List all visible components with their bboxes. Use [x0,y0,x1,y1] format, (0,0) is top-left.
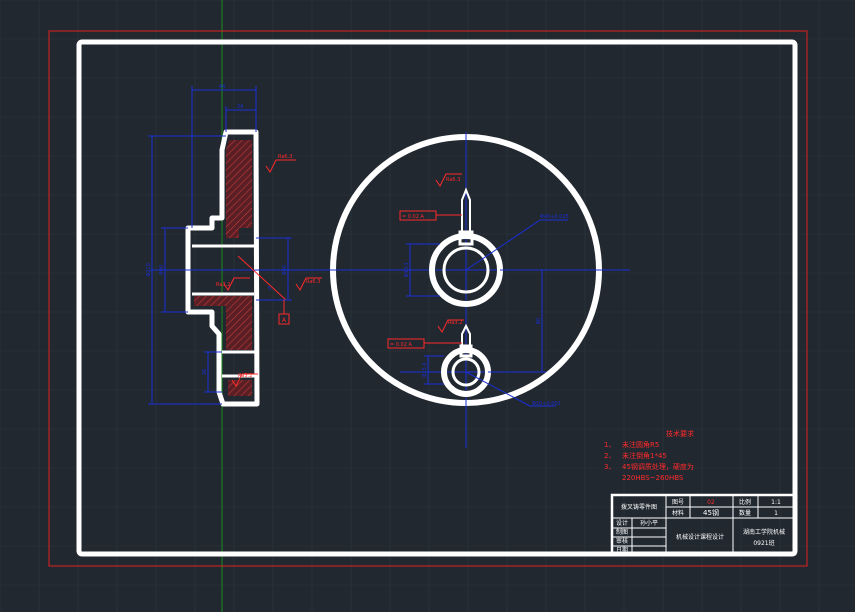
tol-frame-bottom: = 0.02 A [390,342,413,348]
drawing-svg: 44 24 Φ210 Φ90 Φ40 36 5 Ra6.3 Ra3.2 Ra6.… [0,0,855,612]
tb-label-drawing-no: 图号 [672,499,684,506]
note-2-num: 2、 [604,452,615,460]
technical-notes: 技术要求 1、 未注圆角R5 2、 未注倒角1*45 3、 45钢调质处理，硬度… [604,429,694,482]
datum-letter: A [282,317,287,324]
dim-chamfer: 5 [268,286,271,292]
tb-material: 45钢 [703,508,719,517]
note-hardness: 220HBS~260HBS [622,474,684,482]
dim-hub-dia: Φ40 [282,265,288,275]
background-grid [0,0,855,612]
hatch-lower [226,306,252,350]
roughness-1: Ra6.3 [278,154,292,160]
dim-small-bore-fit: Φ10+0.001 [532,401,561,407]
tb-school: 湖南工学院机械 [743,528,785,536]
tb-designer: 孙小平 [640,519,658,527]
dim-bore-dia-front: Φ40.3 [404,262,410,277]
dim-bore-dia: Φ90 [159,265,165,275]
dim-hole-len: 36 [202,369,208,375]
tol-frame-top: = 0.02 A [402,214,425,220]
note-3-num: 3、 [604,463,615,471]
tb-qty: 1 [774,510,778,517]
dim-small-bore-len: Φ15.4 [422,362,428,377]
front-roughness-top: Ra6.3 [446,177,460,183]
dim-bore-fit: Φ40+0.025 [540,214,569,220]
roughness-3: Ra6.3 [306,279,320,285]
tb-scale: 1:1 [771,499,781,506]
note-1-text: 未注圆角R5 [622,440,659,449]
dim-width-top: 44 [219,84,225,90]
dim-center-distance: 80 [536,318,542,324]
roughness-2: Ra3.2 [216,282,230,288]
tb-label-designer: 设计 [616,519,628,527]
cad-drawing-canvas[interactable]: 44 24 Φ210 Φ90 Φ40 36 5 Ra6.3 Ra3.2 Ra6.… [0,0,855,612]
tb-course: 机械设计课程设计 [676,533,724,541]
sheet-outer-border [48,30,808,567]
front-view[interactable]: Φ40+0.025 Φ40.3 80 Φ15.4 Φ10+0.001 Ra6.3… [300,132,630,448]
dim-width-hub: 24 [237,104,243,110]
note-1-num: 1、 [604,441,615,449]
hatch-middle [194,296,252,306]
tb-label-date: 日期 [616,546,628,554]
note-2-text: 未注倒角1*45 [622,451,667,460]
front-roughness-bottom: Ra3.2 [448,320,462,326]
roughness-4: Ra3.2 [238,373,252,379]
hatch-upper [226,140,252,238]
tb-drawing-no: 02 [707,499,715,506]
notes-title: 技术要求 [666,429,694,438]
dim-outer-dia: Φ210 [146,263,152,276]
tb-label-material: 材料 [672,509,684,517]
tb-label-drawn: 制图 [616,528,628,536]
note-3-text: 45钢调质处理，硬度为 [622,462,694,471]
tb-label-qty: 数量 [739,509,751,517]
tb-part-name: 拨叉铸零件图 [621,503,657,511]
tb-label-scale: 比例 [739,498,751,506]
title-block[interactable]: 拨叉铸零件图 图号 02 比例 1:1 材料 45钢 数量 1 设计 孙小平 制… [610,493,797,556]
hatch-bottom [228,380,252,396]
tb-class: 0921班 [753,539,774,547]
tb-label-checked: 审核 [616,537,628,545]
